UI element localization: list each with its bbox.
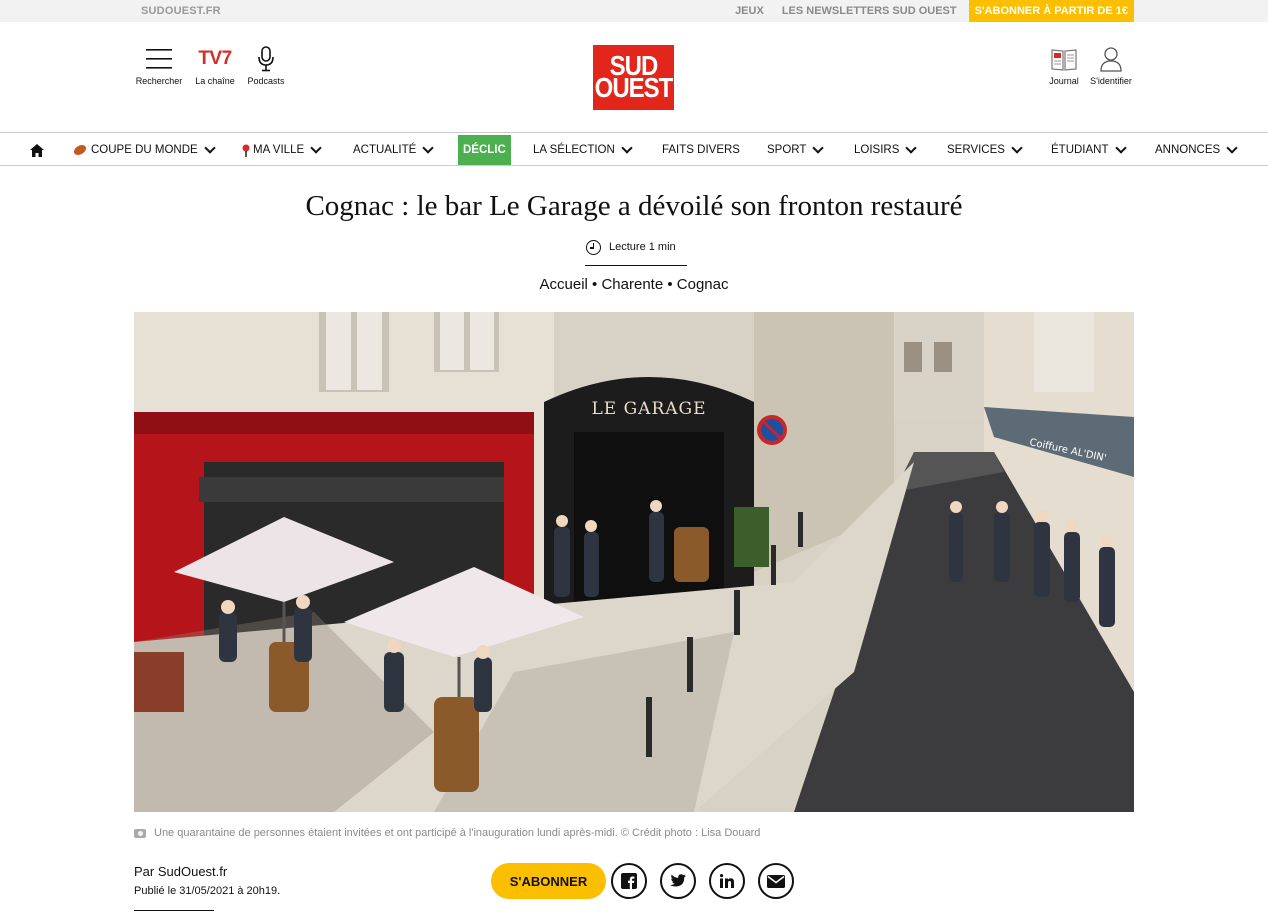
hamburger-menu-icon [134, 42, 184, 76]
subscribe-button[interactable]: S'ABONNER [491, 863, 606, 899]
nav-item-actualite[interactable]: ACTUALITÉ [353, 134, 434, 166]
newspaper-icon [1044, 42, 1084, 76]
search-label: Rechercher [135, 76, 183, 86]
nav-label: LOISIRS [854, 144, 900, 156]
top-links: JEUX LES NEWSLETTERS SUD OUEST S'ABONNER… [717, 0, 1134, 22]
home-button[interactable] [30, 134, 44, 166]
camera-icon [134, 828, 146, 838]
linkedin-icon [720, 874, 734, 888]
nav-label: SERVICES [947, 144, 1005, 156]
nav-label: ANNONCES [1155, 144, 1221, 156]
nav-label: MA VILLE [253, 144, 305, 156]
chevron-down-icon [422, 142, 434, 154]
chevron-down-icon [621, 142, 633, 154]
tv7-channel-button[interactable]: TV7 La chaîne [192, 42, 238, 86]
nav-item-faits-divers[interactable]: FAITS DIVERS [662, 134, 740, 166]
journal-label: Journal [1049, 76, 1079, 86]
rugby-ball-icon [73, 145, 87, 155]
chevron-down-icon [1226, 142, 1238, 154]
article-title: Cognac : le bar Le Garage a dévoilé son … [305, 190, 963, 222]
nav-item-coupe-du-monde[interactable]: COUPE DU MONDE [73, 134, 216, 166]
breadcrumb[interactable]: Accueil • Charente • Cognac [0, 276, 1268, 293]
photo-caption: Une quarantaine de personnes étaient inv… [134, 827, 760, 839]
nav-item-ma-ville[interactable]: MA VILLE [242, 134, 322, 166]
share-facebook-button[interactable] [611, 863, 647, 899]
user-icon [1088, 42, 1134, 76]
nav-item-declic[interactable]: DÉCLIC [458, 135, 511, 165]
location-pin-icon [242, 144, 250, 157]
search-menu-button[interactable]: Rechercher [134, 42, 184, 86]
site-name[interactable]: SUDOUEST.FR [141, 5, 221, 17]
top-bar: SUDOUEST.FR JEUX LES NEWSLETTERS SUD OUE… [0, 0, 1268, 22]
reading-time: Lecture 1 min [586, 238, 676, 256]
nav-label: DÉCLIC [463, 144, 506, 156]
newsletters-link[interactable]: LES NEWSLETTERS SUD OUEST [782, 5, 957, 17]
login-button[interactable]: S'identifier [1088, 42, 1134, 86]
published-date: Publié le 31/05/2021 à 20h19. [134, 885, 281, 897]
sud-ouest-logo[interactable]: SUD OUEST [593, 45, 674, 110]
chevron-down-icon [204, 142, 216, 154]
microphone-icon [244, 42, 288, 76]
nav-label: LA SÉLECTION [533, 144, 615, 156]
nav-item-loisirs[interactable]: LOISIRS [854, 134, 918, 166]
le-garage-sign: LE GARAGE [591, 399, 706, 419]
article-photo: LE GARAGE Coiffure AL'DIN' [134, 312, 1134, 812]
podcasts-label: Podcasts [247, 76, 285, 86]
divider [134, 910, 214, 911]
chevron-down-icon [812, 142, 825, 154]
games-link[interactable]: JEUX [735, 5, 764, 17]
chevron-down-icon [1114, 142, 1127, 154]
channel-label: La chaîne [195, 76, 235, 86]
nav-item-etudiant[interactable]: ÉTUDIANT [1051, 134, 1127, 166]
nav-item-annonces[interactable]: ANNONCES [1155, 134, 1238, 166]
nav-label: SPORT [767, 144, 807, 156]
podcasts-button[interactable]: Podcasts [244, 42, 288, 86]
chevron-down-icon [905, 142, 918, 154]
byline: Par SudOuest.fr [134, 864, 228, 879]
share-twitter-button[interactable] [660, 863, 696, 899]
nav-label: ACTUALITÉ [353, 144, 417, 156]
nav-label: FAITS DIVERS [662, 144, 740, 156]
share-email-button[interactable] [758, 863, 794, 899]
nav-item-la-selection[interactable]: LA SÉLECTION [533, 134, 633, 166]
caption-text: Une quarantaine de personnes étaient inv… [154, 827, 761, 839]
site-header: Rechercher TV7 La chaîne Podcasts SUD OU… [0, 22, 1268, 133]
nav-label: ÉTUDIANT [1051, 144, 1109, 156]
chevron-down-icon [310, 142, 322, 154]
journal-button[interactable]: Journal [1044, 42, 1084, 86]
divider [585, 265, 687, 266]
login-label: S'identifier [1090, 76, 1132, 86]
nav-label: COUPE DU MONDE [91, 144, 198, 156]
share-linkedin-button[interactable] [709, 863, 745, 899]
facebook-icon [621, 873, 637, 889]
clock-icon [586, 239, 601, 255]
chevron-down-icon [1011, 142, 1023, 154]
tv7-logo: TV7 [198, 48, 232, 69]
subscribe-top-button[interactable]: S'ABONNER À PARTIR DE 1€ [968, 0, 1134, 22]
home-icon [30, 143, 44, 157]
main-nav: COUPE DU MONDE MA VILLE ACTUALITÉ DÉCLIC… [0, 134, 1268, 166]
nav-item-sport[interactable]: SPORT [767, 134, 825, 166]
logo-line-2: OUEST [594, 72, 674, 104]
email-icon [767, 874, 785, 888]
nav-item-services[interactable]: SERVICES [947, 134, 1023, 166]
twitter-icon [670, 874, 686, 887]
reading-time-label: Lecture 1 min [609, 241, 676, 253]
